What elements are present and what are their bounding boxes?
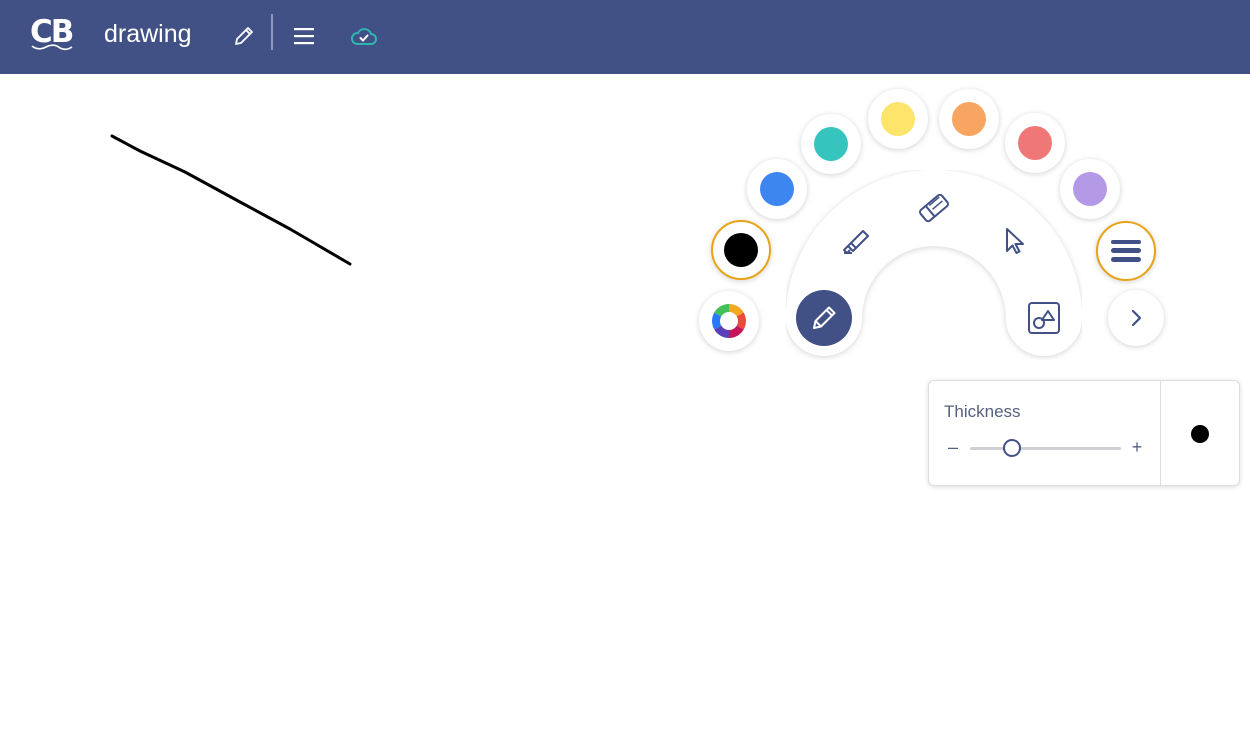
- swatch-orange: [952, 102, 986, 136]
- thickness-panel: Thickness – +: [928, 380, 1240, 486]
- eraser-tool-icon[interactable]: [910, 184, 958, 232]
- swatch-blue: [760, 172, 794, 206]
- cloud-saved-icon[interactable]: [346, 18, 382, 54]
- app-logo[interactable]: CB: [30, 14, 78, 54]
- chevron-right-icon: [1131, 309, 1142, 327]
- top-bar: CB drawing: [0, 0, 1250, 74]
- color-swatch-black[interactable]: [711, 220, 771, 280]
- rename-pencil-icon[interactable]: [226, 18, 262, 54]
- stroke-style-button[interactable]: [1096, 221, 1156, 281]
- thickness-label: Thickness: [944, 402, 1021, 421]
- thickness-increase-button[interactable]: +: [1127, 435, 1147, 459]
- stroke-style-icon: [1111, 240, 1141, 262]
- color-swatch-orange[interactable]: [939, 89, 999, 149]
- thickness-slider[interactable]: [970, 439, 1121, 457]
- color-wheel-button[interactable]: [699, 291, 759, 351]
- shapes-tool-icon[interactable]: [1020, 294, 1068, 342]
- expand-panel-button[interactable]: [1108, 290, 1164, 346]
- color-swatch-blue[interactable]: [747, 159, 807, 219]
- swatch-purple: [1073, 172, 1107, 206]
- color-swatch-teal[interactable]: [801, 114, 861, 174]
- highlighter-tool-icon[interactable]: [832, 216, 880, 264]
- swatch-teal: [814, 127, 848, 161]
- document-title[interactable]: drawing: [104, 18, 192, 50]
- ink-stroke: [110, 134, 352, 266]
- hamburger-menu-icon[interactable]: [286, 18, 322, 54]
- pen-tool-button[interactable]: [796, 290, 852, 346]
- toolbar-divider: [271, 14, 273, 50]
- color-swatch-yellow[interactable]: [868, 89, 928, 149]
- logo-swoosh-icon: [31, 44, 73, 51]
- swatch-black: [724, 233, 758, 267]
- thickness-preview-dot: [1191, 425, 1209, 443]
- swatch-red: [1018, 126, 1052, 160]
- select-cursor-tool-icon[interactable]: [990, 216, 1038, 264]
- color-wheel-icon: [712, 304, 746, 338]
- color-swatch-purple[interactable]: [1060, 159, 1120, 219]
- swatch-yellow: [881, 102, 915, 136]
- thickness-decrease-button[interactable]: –: [943, 435, 963, 459]
- color-swatch-red[interactable]: [1005, 113, 1065, 173]
- panel-divider: [1160, 381, 1161, 485]
- thickness-slider-thumb[interactable]: [1003, 439, 1022, 457]
